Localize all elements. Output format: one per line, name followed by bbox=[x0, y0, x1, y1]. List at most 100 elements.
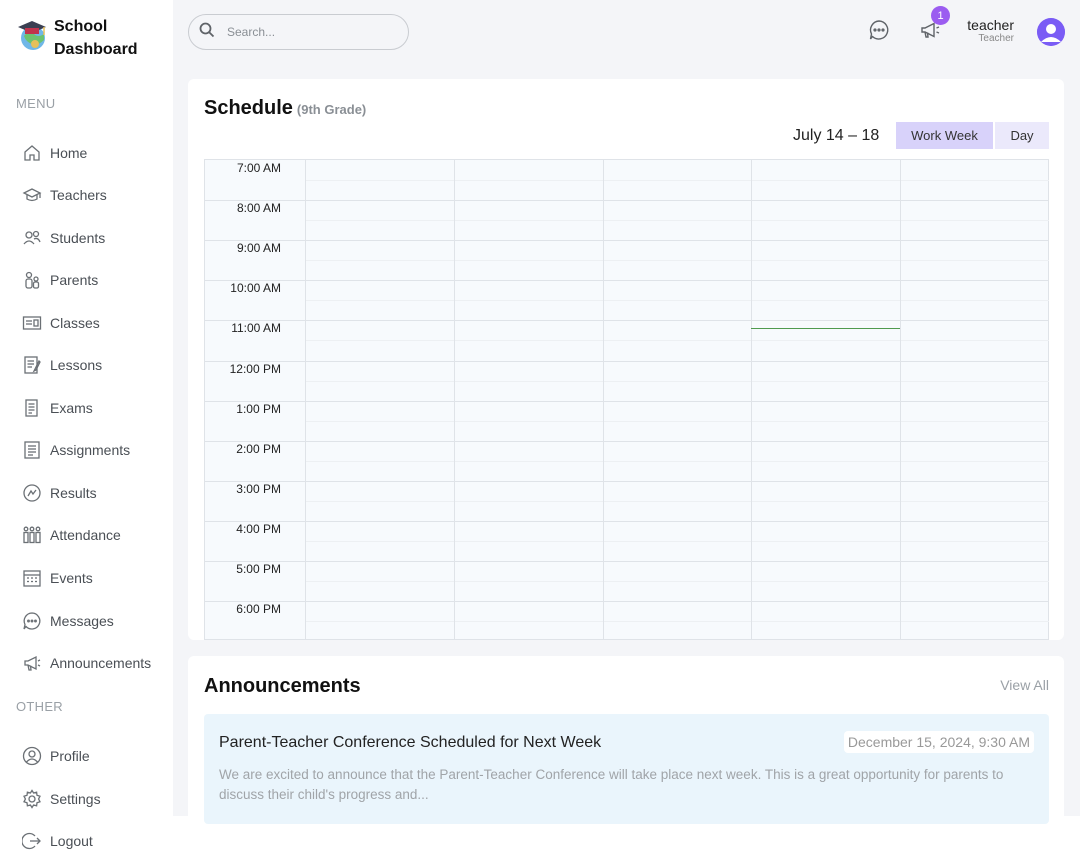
sidebar-item-classes[interactable]: Classes bbox=[22, 310, 100, 336]
sidebar-item-settings[interactable]: Settings bbox=[22, 786, 101, 812]
sidebar-item-label: Teachers bbox=[50, 187, 107, 203]
current-time-indicator bbox=[751, 328, 900, 330]
sidebar-item-label: Exams bbox=[50, 400, 93, 416]
user-name: teacher bbox=[967, 17, 1014, 33]
sidebar-item-logout[interactable]: Logout bbox=[22, 828, 93, 854]
hour-gridline bbox=[205, 480, 1048, 482]
time-column: 7:00 AM 8:00 AM 9:00 AM 10:00 AM 11:00 AM 12:… bbox=[205, 160, 306, 639]
schedule-heading: Schedule (9th Grade) bbox=[204, 97, 366, 120]
announcement-item[interactable]: Parent-Teacher Conference Scheduled for … bbox=[204, 714, 1049, 824]
notification-badge: 1 bbox=[931, 6, 950, 25]
sidebar-item-students[interactable]: Students bbox=[22, 225, 105, 251]
schedule-title: Schedule bbox=[204, 97, 293, 119]
sidebar-item-label: Lessons bbox=[50, 357, 103, 373]
half-hour-gridline bbox=[306, 340, 1049, 342]
brand[interactable]: School Dashboard bbox=[16, 16, 138, 61]
day-column-divider bbox=[602, 160, 604, 639]
time-slot-label: 12:00 PM bbox=[229, 361, 281, 376]
half-hour-gridline bbox=[306, 260, 1049, 262]
sidebar-item-results[interactable]: Results bbox=[22, 480, 97, 506]
results-icon bbox=[22, 483, 42, 503]
time-slot-label: 7:00 AM bbox=[236, 161, 281, 175]
school-logo-icon bbox=[16, 16, 48, 52]
hour-gridline bbox=[205, 440, 1048, 442]
parents-icon bbox=[22, 270, 42, 290]
schedule-card: Schedule (9th Grade) July 14 – 18 Work We… bbox=[188, 79, 1064, 640]
sidebar-item-attendance[interactable]: Attendance bbox=[22, 522, 121, 548]
sidebar-item-label: Assignments bbox=[50, 442, 131, 458]
time-slot-label: 9:00 AM bbox=[236, 241, 281, 256]
hour-gridline bbox=[205, 280, 1048, 282]
sidebar-item-label: Profile bbox=[50, 748, 90, 764]
sidebar-item-teachers[interactable]: Teachers bbox=[22, 182, 107, 208]
work-week-view-button[interactable]: Work Week bbox=[896, 122, 993, 149]
attendance-icon bbox=[22, 525, 42, 545]
sidebar-item-profile[interactable]: Profile bbox=[22, 743, 90, 769]
hour-gridline bbox=[205, 561, 1048, 562]
events-icon bbox=[22, 568, 42, 588]
calendar-date-range: July 14 – 18 bbox=[793, 127, 880, 144]
sidebar-item-messages[interactable]: Messages bbox=[22, 608, 114, 634]
brand-title-line1: School bbox=[54, 18, 108, 35]
user-avatar-icon bbox=[1037, 18, 1065, 46]
view-all-link[interactable]: View All bbox=[1000, 677, 1049, 693]
profile-icon bbox=[22, 746, 42, 766]
time-slot-label: 4:00 PM bbox=[236, 521, 281, 536]
half-hour-gridline bbox=[306, 220, 1049, 222]
search-box[interactable] bbox=[188, 14, 409, 50]
exams-icon bbox=[22, 398, 42, 418]
announcements-icon bbox=[22, 653, 42, 673]
half-hour-gridline bbox=[306, 460, 1049, 462]
avatar[interactable] bbox=[1037, 18, 1065, 46]
hour-gridline bbox=[205, 200, 1048, 202]
hour-gridline bbox=[205, 400, 1048, 402]
sidebar-item-label: Events bbox=[50, 570, 93, 586]
sidebar-item-label: Home bbox=[50, 145, 88, 161]
time-slot-label: 1:00 PM bbox=[236, 401, 281, 416]
calendar-grid[interactable]: 7:00 AM 8:00 AM 9:00 AM 10:00 AM 11:00 AM 12:… bbox=[204, 159, 1049, 640]
hour-gridline bbox=[205, 520, 1048, 522]
students-icon bbox=[22, 228, 42, 248]
lessons-icon bbox=[22, 355, 42, 375]
messages-button[interactable] bbox=[867, 19, 891, 46]
classes-icon bbox=[22, 313, 42, 333]
half-hour-gridline bbox=[306, 420, 1049, 422]
brand-title-line2: Dashboard bbox=[54, 41, 138, 58]
chat-bubble-icon bbox=[868, 19, 890, 46]
announcement-title: Parent-Teacher Conference Scheduled for … bbox=[219, 734, 602, 751]
sidebar-item-label: Results bbox=[50, 485, 97, 501]
sidebar-item-label: Parents bbox=[50, 272, 99, 288]
time-slot-label: 6:00 PM bbox=[236, 602, 281, 617]
sidebar-item-lessons[interactable]: Lessons bbox=[22, 352, 102, 378]
schedule-subtitle: (9th Grade) bbox=[296, 102, 367, 117]
hour-gridline bbox=[205, 320, 1048, 322]
time-slot-label: 8:00 AM bbox=[236, 201, 281, 216]
sidebar: School Dashboard MENU Home Teachers Stud… bbox=[0, 0, 173, 859]
logout-icon bbox=[22, 831, 42, 851]
sidebar-item-assignments[interactable]: Assignments bbox=[22, 437, 130, 463]
sidebar-item-label: Settings bbox=[50, 791, 101, 807]
time-slot-label: 2:00 PM bbox=[236, 441, 281, 456]
sidebar-item-home[interactable]: Home bbox=[22, 140, 87, 166]
hour-gridline bbox=[205, 240, 1048, 242]
day-view-button[interactable]: Day bbox=[995, 122, 1049, 149]
sidebar-item-parents[interactable]: Parents bbox=[22, 267, 98, 293]
sidebar-item-label: Students bbox=[50, 230, 106, 246]
sidebar-item-events[interactable]: Events bbox=[22, 565, 93, 591]
announcement-date: December 15, 2024, 9:30 AM bbox=[843, 731, 1034, 753]
messages-icon bbox=[22, 611, 42, 631]
search-input[interactable] bbox=[227, 25, 387, 39]
sidebar-item-exams[interactable]: Exams bbox=[22, 395, 93, 421]
half-hour-gridline bbox=[306, 581, 1049, 583]
settings-icon bbox=[22, 789, 42, 809]
announcements-card: Announcements View All Parent-Teacher Co… bbox=[188, 656, 1064, 826]
sidebar-item-label: Messages bbox=[50, 613, 114, 629]
announcement-body: We are excited to announce that the Pare… bbox=[219, 767, 1004, 802]
half-hour-gridline bbox=[306, 300, 1049, 302]
teacher-icon bbox=[22, 185, 42, 205]
day-column-divider bbox=[454, 160, 456, 639]
assignments-icon bbox=[22, 440, 42, 460]
half-hour-gridline bbox=[306, 500, 1049, 502]
menu-section-title: MENU bbox=[16, 96, 56, 111]
sidebar-item-announcements[interactable]: Announcements bbox=[22, 650, 151, 676]
